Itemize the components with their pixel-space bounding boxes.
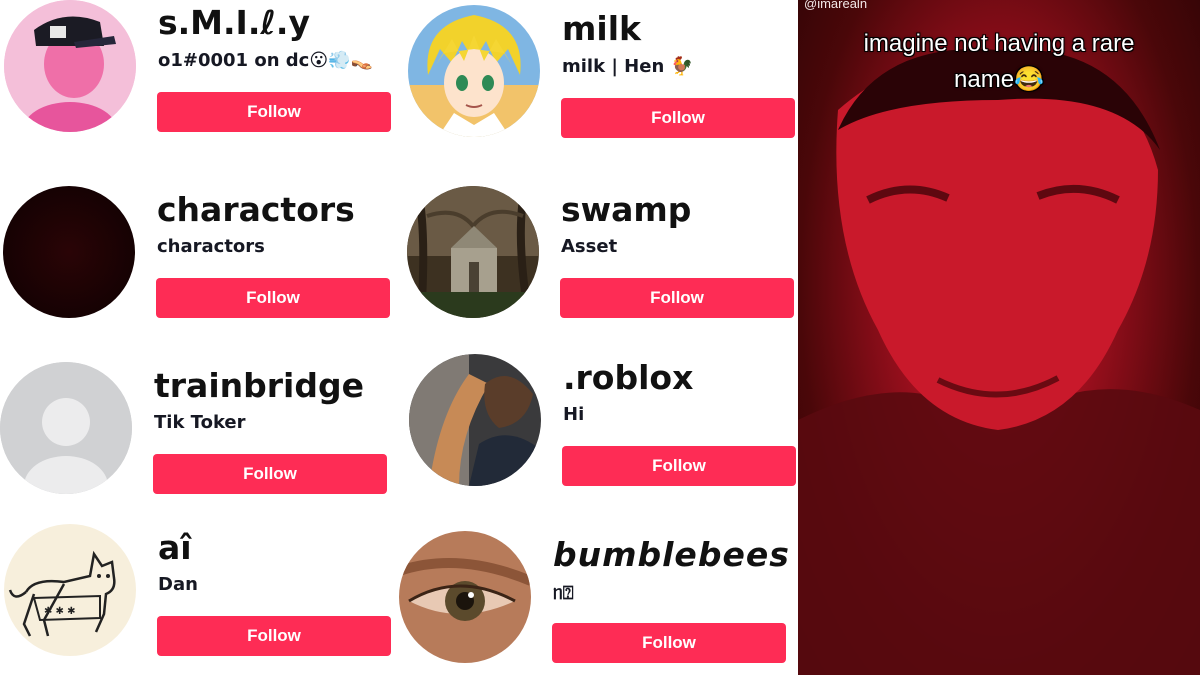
- username[interactable]: .roblox: [563, 361, 693, 394]
- user-bio: Tik Toker: [154, 412, 246, 433]
- suggested-accounts-grid: s.M.I.ℓ.y o1#0001 on dc😮💨👡 Follow milk m…: [0, 0, 798, 675]
- follow-button[interactable]: Follow: [157, 92, 391, 132]
- avatar-eye-closeup-icon[interactable]: [399, 531, 531, 663]
- user-bio: ᥒ⍰: [553, 583, 574, 604]
- avatar-anime-boy-icon[interactable]: [408, 5, 540, 137]
- user-bio: milk | Hen 🐓: [562, 56, 693, 77]
- svg-text:✱ ✱ ✱: ✱ ✱ ✱: [44, 606, 76, 617]
- follow-button[interactable]: Follow: [560, 278, 794, 318]
- creator-watermark: @imarealn: [804, 0, 868, 11]
- username[interactable]: swamp: [561, 193, 691, 226]
- user-bio: charactors: [157, 236, 265, 257]
- video-caption-line: name😂: [954, 66, 1044, 93]
- user-bio: Hi: [563, 404, 585, 425]
- user-bio: Asset: [561, 236, 618, 257]
- avatar-photo-icon[interactable]: [409, 354, 541, 486]
- username[interactable]: aî: [158, 531, 192, 564]
- avatar-pink-cap-icon[interactable]: [4, 0, 136, 132]
- avatar-cat-drawing-icon[interactable]: ✱ ✱ ✱: [4, 524, 136, 656]
- default-avatar-icon[interactable]: [0, 362, 132, 494]
- avatar-dark-icon[interactable]: [3, 186, 135, 318]
- person-face-photo: [798, 49, 1200, 675]
- username[interactable]: charactors: [157, 193, 355, 226]
- follow-button[interactable]: Follow: [562, 446, 796, 486]
- username[interactable]: bumblebees: [553, 538, 790, 571]
- follow-button[interactable]: Follow: [156, 278, 390, 318]
- follow-button[interactable]: Follow: [552, 623, 786, 663]
- avatar-swamp-church-icon[interactable]: [407, 186, 539, 318]
- username[interactable]: trainbridge: [154, 369, 364, 402]
- follow-button[interactable]: Follow: [561, 98, 795, 138]
- video-caption-line: imagine not having a rare: [863, 30, 1135, 57]
- follow-button[interactable]: Follow: [157, 616, 391, 656]
- user-bio: o1#0001 on dc😮💨👡: [158, 50, 373, 71]
- follow-button[interactable]: Follow: [153, 454, 387, 494]
- video-still: @imarealn imagine not having a rare name…: [798, 0, 1200, 675]
- username[interactable]: s.M.I.ℓ.y: [158, 6, 310, 39]
- user-bio: Dan: [158, 574, 198, 595]
- username[interactable]: milk: [562, 12, 641, 45]
